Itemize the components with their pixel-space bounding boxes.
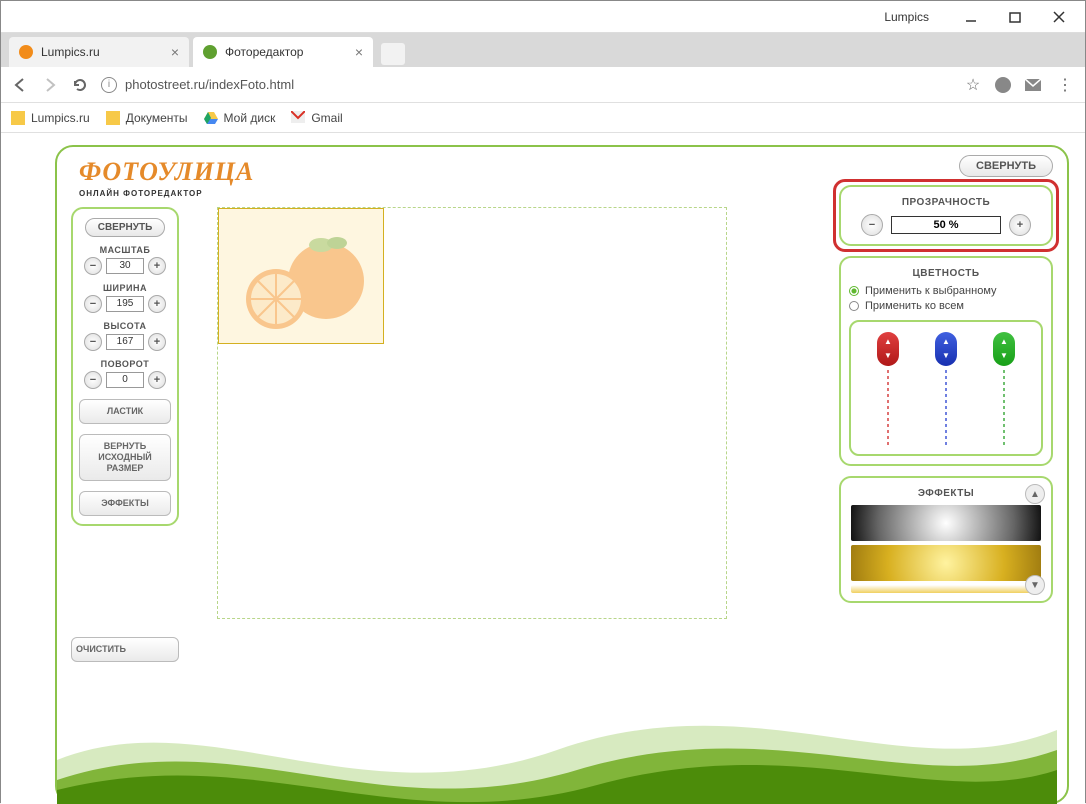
effects-panel: ▲ ЭФФЕКТЫ ▼ — [839, 476, 1053, 603]
blue-slider[interactable]: ▲▼ — [935, 332, 957, 446]
tab-close-icon[interactable]: × — [343, 44, 363, 60]
browser-tab-photoeditor[interactable]: Фоторедактор × — [193, 37, 373, 67]
nav-forward-button[interactable] — [41, 76, 59, 94]
window-minimize-button[interactable] — [949, 3, 993, 31]
site-info-icon[interactable]: i — [101, 77, 117, 93]
orange-icon — [231, 221, 371, 331]
clear-button[interactable]: ОЧИСТИТЬ — [71, 637, 179, 662]
transparency-plus-button[interactable]: + — [1009, 214, 1031, 236]
height-input[interactable]: 167 — [106, 334, 144, 350]
browser-address-bar: i photostreet.ru/indexFoto.html ☆ ⋮ — [1, 67, 1085, 103]
transparency-input[interactable]: 50 % — [891, 216, 1001, 234]
transparency-panel: ПРОЗРАЧНОСТЬ − 50 % + — [839, 185, 1053, 246]
url-input[interactable]: i photostreet.ru/indexFoto.html — [101, 77, 951, 93]
red-slider-knob[interactable]: ▲▼ — [877, 332, 899, 366]
favicon-icon — [19, 45, 33, 59]
extension-icon[interactable] — [995, 77, 1011, 93]
radio-on-icon — [849, 286, 859, 296]
width-input[interactable]: 195 — [106, 296, 144, 312]
rotate-minus-button[interactable]: − — [84, 371, 102, 389]
effects-button[interactable]: ЭФФЕКТЫ — [79, 491, 171, 516]
bookmark-documents[interactable]: Документы — [106, 111, 188, 125]
page-content: ФОТОУЛИЦА ОНЛАЙН ФОТОРЕДАКТОР СВЕРНУТЬ М… — [1, 133, 1085, 804]
scale-input[interactable]: 30 — [106, 258, 144, 274]
blue-slider-knob[interactable]: ▲▼ — [935, 332, 957, 366]
favicon-icon — [203, 45, 217, 59]
effect-preset-1[interactable] — [851, 505, 1041, 541]
bookmark-star-icon[interactable]: ☆ — [963, 75, 983, 95]
effects-scroll-down-button[interactable]: ▼ — [1025, 575, 1045, 595]
width-plus-button[interactable]: + — [148, 295, 166, 313]
window-maximize-button[interactable] — [993, 3, 1037, 31]
clear-button-wrap: ОЧИСТИТЬ — [71, 637, 179, 662]
bookmark-gmail[interactable]: Gmail — [291, 111, 342, 125]
effect-preset-2[interactable] — [851, 545, 1041, 581]
window-titlebar: Lumpics — [1, 1, 1085, 33]
height-plus-button[interactable]: + — [148, 333, 166, 351]
browser-tabstrip: Lumpics.ru × Фоторедактор × — [1, 33, 1085, 67]
editor-canvas[interactable] — [217, 207, 727, 619]
width-minus-button[interactable]: − — [84, 295, 102, 313]
color-apply-all-radio[interactable]: Применить ко всем — [849, 300, 1043, 312]
transparency-minus-button[interactable]: − — [861, 214, 883, 236]
rotate-label: ПОВОРОТ — [79, 359, 171, 369]
app-frame: ФОТОУЛИЦА ОНЛАЙН ФОТОРЕДАКТОР СВЕРНУТЬ М… — [55, 145, 1069, 804]
effects-title: ЭФФЕКТЫ — [849, 488, 1043, 499]
new-tab-button[interactable] — [381, 43, 405, 65]
browser-tab-lumpics[interactable]: Lumpics.ru × — [9, 37, 189, 67]
effect-preset-3[interactable] — [851, 585, 1041, 593]
logo-main: ФОТОУЛИЦА — [79, 157, 254, 187]
tab-close-icon[interactable]: × — [159, 44, 179, 60]
folder-icon — [11, 111, 25, 125]
left-panel: СВЕРНУТЬ МАСШТАБ − 30 + ШИРИНА − 195 + — [71, 207, 179, 526]
color-title: ЦВЕТНОСТЬ — [849, 268, 1043, 279]
tab-title: Lumpics.ru — [41, 45, 100, 59]
color-panel: ЦВЕТНОСТЬ Применить к выбранному Примени… — [839, 256, 1053, 466]
nav-reload-button[interactable] — [71, 76, 89, 94]
red-slider[interactable]: ▲▼ — [877, 332, 899, 446]
right-panel: СВЕРНУТЬ ПРОЗРАЧНОСТЬ − 50 % + — [839, 155, 1053, 613]
green-slider[interactable]: ▲▼ — [993, 332, 1015, 446]
tab-title: Фоторедактор — [225, 45, 303, 59]
folder-icon — [106, 111, 120, 125]
logo-sub: ОНЛАЙН ФОТОРЕДАКТОР — [79, 189, 254, 198]
green-slider-knob[interactable]: ▲▼ — [993, 332, 1015, 366]
rotate-plus-button[interactable]: + — [148, 371, 166, 389]
scale-minus-button[interactable]: − — [84, 257, 102, 275]
canvas-image-object[interactable] — [218, 208, 384, 344]
browser-menu-icon[interactable]: ⋮ — [1055, 75, 1075, 95]
color-apply-selected-radio[interactable]: Применить к выбранному — [849, 285, 1043, 297]
nav-back-button[interactable] — [11, 76, 29, 94]
width-label: ШИРИНА — [79, 283, 171, 293]
bookmarks-bar: Lumpics.ru Документы Мой диск Gmail — [1, 103, 1085, 133]
decorative-wave — [57, 690, 1057, 804]
collapse-left-button[interactable]: СВЕРНУТЬ — [85, 218, 166, 237]
blue-track — [945, 370, 947, 446]
drive-icon — [204, 111, 218, 125]
green-track — [1003, 370, 1005, 446]
app-logo: ФОТОУЛИЦА ОНЛАЙН ФОТОРЕДАКТОР — [79, 157, 254, 198]
scale-plus-button[interactable]: + — [148, 257, 166, 275]
radio-off-icon — [849, 301, 859, 311]
bookmark-lumpics[interactable]: Lumpics.ru — [11, 111, 90, 125]
collapse-right-button[interactable]: СВЕРНУТЬ — [959, 155, 1053, 177]
height-minus-button[interactable]: − — [84, 333, 102, 351]
transparency-title: ПРОЗРАЧНОСТЬ — [849, 197, 1043, 208]
effects-scroll-up-button[interactable]: ▲ — [1025, 484, 1045, 504]
height-label: ВЫСОТА — [79, 321, 171, 331]
restore-size-button[interactable]: ВЕРНУТЬ ИСХОДНЫЙ РАЗМЕР — [79, 434, 171, 481]
rotate-input[interactable]: 0 — [106, 372, 144, 388]
window-app-label: Lumpics — [884, 10, 929, 24]
gmail-icon — [291, 111, 305, 125]
red-track — [887, 370, 889, 446]
color-sliders: ▲▼ ▲▼ ▲▼ — [849, 320, 1043, 456]
scale-label: МАСШТАБ — [79, 245, 171, 255]
bookmark-drive[interactable]: Мой диск — [204, 111, 276, 125]
window-close-button[interactable] — [1037, 3, 1081, 31]
url-text: photostreet.ru/indexFoto.html — [125, 77, 294, 92]
eraser-button[interactable]: ЛАСТИК — [79, 399, 171, 424]
mail-icon[interactable] — [1023, 75, 1043, 95]
